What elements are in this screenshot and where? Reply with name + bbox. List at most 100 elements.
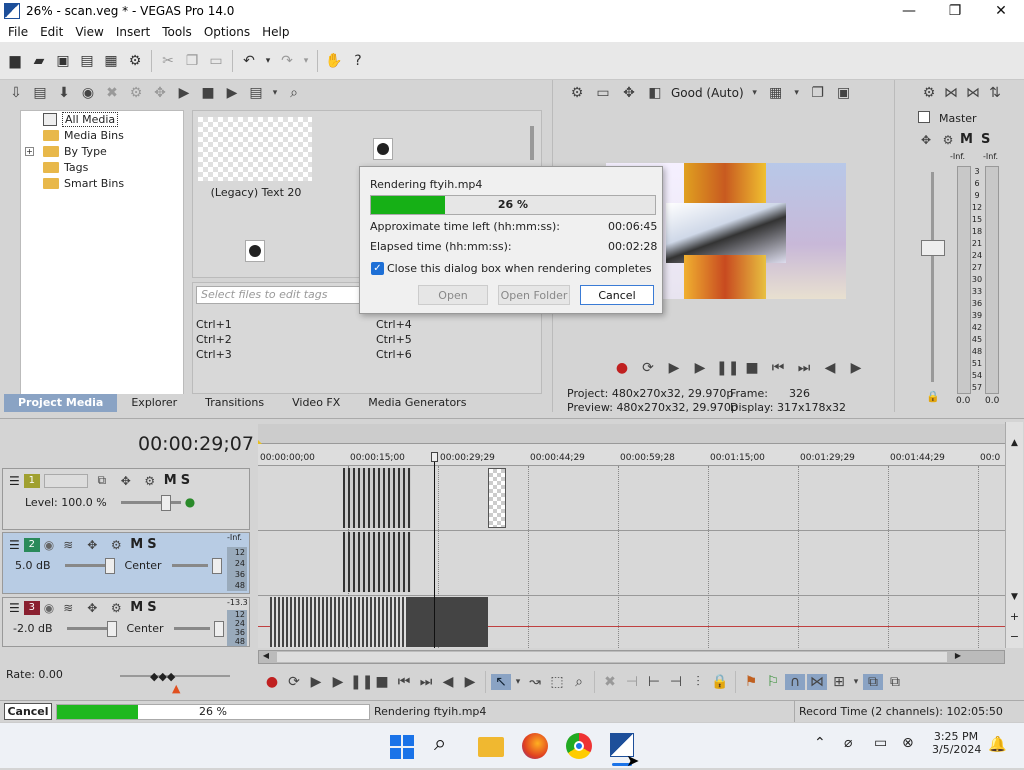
copy-icon[interactable]: ❐ — [181, 50, 203, 72]
timeline-horizontal-scrollbar[interactable]: ◀ ▶ — [258, 650, 1005, 664]
lock-faders-icon[interactable]: ⇅ — [985, 85, 1005, 101]
insert-marker-icon[interactable]: ⚑ — [741, 674, 761, 690]
audio-event-clip[interactable] — [270, 597, 488, 647]
track-expand-icon[interactable]: ☰ — [9, 601, 20, 615]
menu-edit[interactable]: Edit — [34, 25, 69, 39]
play-from-start-icon[interactable]: ▶ — [306, 674, 326, 690]
menu-tools[interactable]: Tools — [156, 25, 198, 39]
status-cancel-button[interactable]: Cancel — [4, 703, 52, 720]
show-hidden-icons-icon[interactable]: ⌃ — [814, 735, 826, 751]
quality-dropdown-icon[interactable]: ▾ — [750, 88, 760, 98]
loop-icon[interactable]: ⟳ — [284, 674, 304, 690]
grid-dropdown-icon[interactable]: ▾ — [792, 88, 802, 98]
tab-explorer[interactable]: Explorer — [117, 394, 191, 412]
stop-icon[interactable]: ■ — [198, 85, 218, 101]
previous-frame-icon[interactable]: ◀ — [820, 360, 840, 376]
close-button[interactable]: ✕ — [978, 0, 1024, 22]
tree-item-all-media[interactable]: All Media — [43, 111, 119, 127]
tab-media-generators[interactable]: Media Generators — [354, 394, 480, 412]
start-button[interactable] — [390, 735, 414, 759]
stop-icon[interactable]: ■ — [372, 674, 392, 690]
tree-item-smart-bins[interactable]: Smart Bins — [43, 175, 124, 191]
master-fx-gear-icon[interactable]: ⚙ — [938, 133, 958, 147]
playhead-handle[interactable] — [431, 452, 438, 462]
track-expand-icon[interactable]: ☰ — [9, 538, 20, 552]
scroll-down-icon[interactable]: ▼ — [1008, 592, 1021, 604]
time-ruler[interactable]: 00:00:00;00 00:00:15;00 00:00:29;29 00:00:4… — [258, 444, 1005, 466]
solo-button[interactable]: S — [147, 537, 156, 552]
close-on-complete-checkbox[interactable]: ✓ — [371, 262, 384, 275]
render-icon[interactable]: ▦ — [100, 50, 122, 72]
previous-frame-icon[interactable]: ◀ — [438, 674, 458, 690]
track-fx-gear-icon[interactable]: ⚙ — [106, 538, 126, 552]
record-icon[interactable]: ● — [262, 674, 282, 690]
shortcut-ctrl5[interactable]: Ctrl+5 — [376, 332, 412, 347]
file-explorer-icon[interactable] — [478, 737, 504, 757]
marker-bar[interactable] — [258, 424, 1005, 444]
play-from-start-icon[interactable]: ▶ — [664, 360, 684, 376]
track-motion-icon[interactable]: ✥ — [116, 474, 136, 488]
save-as-icon[interactable]: ▤ — [76, 50, 98, 72]
mute-button[interactable]: M — [130, 537, 143, 552]
tree-item-tags[interactable]: Tags — [43, 159, 88, 175]
master-mute-button[interactable]: M — [960, 132, 973, 147]
go-to-end-icon[interactable]: ⏭ — [794, 360, 814, 376]
stop-icon[interactable]: ■ — [742, 360, 762, 376]
overlay-icon[interactable]: ◧ — [645, 85, 665, 101]
network-icon[interactable]: ⌀ — [844, 735, 852, 751]
snapping-icon[interactable]: ∩ — [785, 674, 805, 690]
preview-properties-gear-icon[interactable]: ⚙ — [567, 85, 587, 101]
menu-help[interactable]: Help — [256, 25, 295, 39]
tab-video-fx[interactable]: Video FX — [278, 394, 354, 412]
playhead-cursor[interactable] — [434, 458, 435, 648]
next-frame-icon[interactable]: ▶ — [460, 674, 480, 690]
envelope-tool-icon[interactable]: ↝ — [525, 674, 545, 690]
trim-start-icon[interactable]: ⊢ — [644, 674, 664, 690]
search-icon[interactable]: ⌕ — [284, 85, 304, 101]
system-clock[interactable]: 3:25 PM 3/5/2024 — [932, 730, 981, 756]
firefox-icon[interactable] — [522, 733, 548, 759]
views-icon[interactable]: ▤ — [246, 85, 266, 101]
copy-snapshot-icon[interactable]: ❐ — [808, 85, 828, 101]
video-clip[interactable] — [343, 468, 411, 528]
mute-button[interactable]: M — [164, 473, 177, 488]
track-header-video-1[interactable]: ☰ 1 ⧉ ✥ ⚙ M S Level: 100.0 % ● — [2, 468, 250, 530]
timeline-vertical-scrollbar[interactable]: ▲ ▼ + − — [1005, 422, 1023, 648]
properties-gear-icon[interactable]: ⚙ — [124, 50, 146, 72]
master-gear-icon[interactable]: ⚙ — [919, 85, 939, 101]
track-fx-gear-icon[interactable]: ⚙ — [106, 601, 126, 615]
media-file-icon[interactable] — [245, 240, 265, 262]
pause-icon[interactable]: ❚❚ — [716, 360, 739, 376]
open-folder-button[interactable]: Open Folder — [498, 285, 570, 305]
help-icon[interactable]: ? — [347, 50, 369, 72]
downmix-icon[interactable]: ⋈ — [941, 85, 961, 101]
menu-view[interactable]: View — [69, 25, 109, 39]
display-icon[interactable]: ▭ — [874, 735, 887, 751]
shortcut-ctrl2[interactable]: Ctrl+2 — [196, 332, 232, 347]
master-solo-button[interactable]: S — [981, 132, 990, 147]
text-media-thumbnail[interactable] — [198, 117, 312, 181]
play-icon[interactable]: ▶ — [328, 674, 348, 690]
expand-icon[interactable]: + — [25, 146, 34, 156]
scroll-thumb[interactable] — [277, 652, 947, 662]
track-pan-icon[interactable]: ✥ — [82, 538, 102, 552]
dim-output-icon[interactable]: ⋈ — [963, 85, 983, 101]
track-pan-icon[interactable]: ✥ — [82, 601, 102, 615]
pan-slider[interactable] — [173, 621, 224, 637]
volume-muted-icon[interactable]: ⊗ — [902, 735, 914, 751]
composite-mode-icon[interactable]: ● — [185, 495, 195, 509]
scroll-left-icon[interactable]: ◀ — [259, 651, 273, 663]
tree-item-by-type[interactable]: + By Type — [25, 143, 107, 159]
redo-icon[interactable]: ↷ — [276, 50, 298, 72]
media-scrollbar[interactable] — [530, 126, 534, 160]
go-to-start-icon[interactable]: ⏮ — [394, 674, 414, 690]
preview-quality-select[interactable]: Good (Auto) — [671, 86, 744, 100]
search-icon[interactable]: ⌕ — [434, 731, 446, 756]
text-event-clip[interactable] — [488, 468, 506, 528]
track-header-audio-3[interactable]: ☰ 3 ◉ ≋ ✥ ⚙ M S -2.0 dB Center -13.3 12 2… — [2, 597, 250, 647]
mute-button[interactable]: M — [130, 600, 143, 615]
new-icon[interactable]: ▆ — [4, 50, 26, 72]
zoom-in-icon[interactable]: + — [1008, 610, 1021, 623]
compositing-icon[interactable]: ⧉ — [92, 473, 112, 488]
track-name-field[interactable] — [43, 473, 88, 488]
